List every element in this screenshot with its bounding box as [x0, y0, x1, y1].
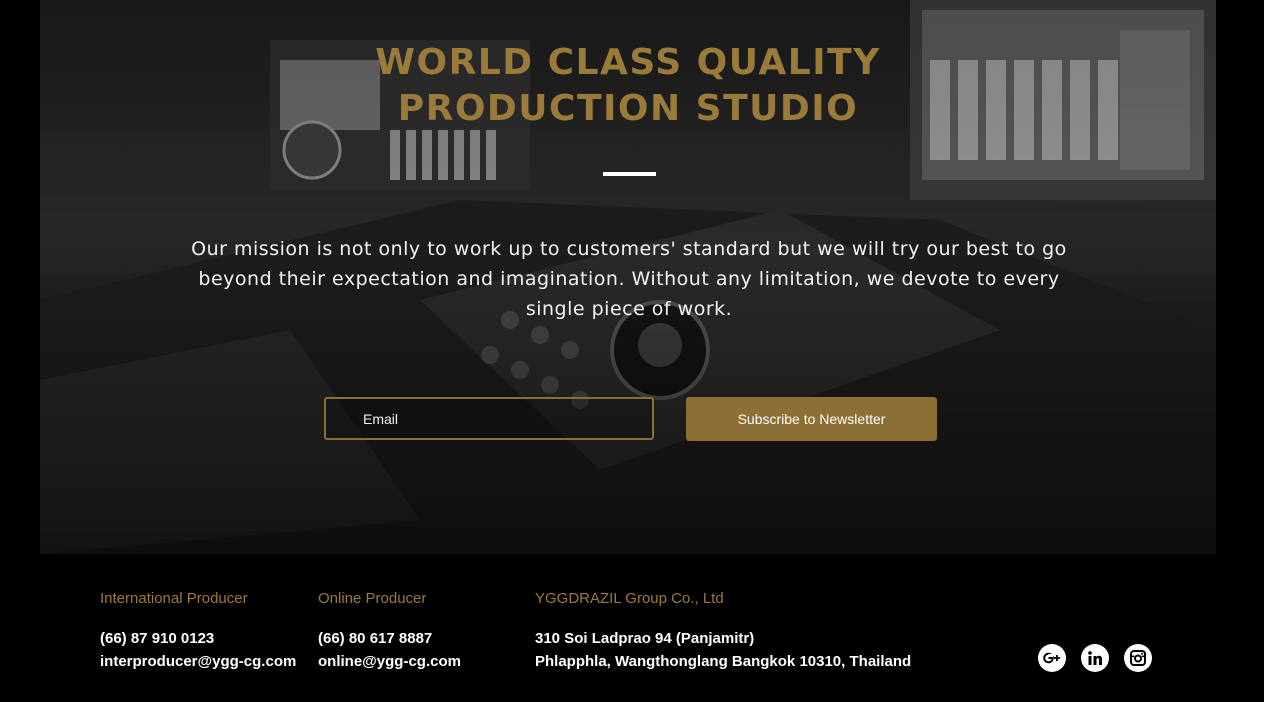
mission-statement: Our mission is not only to work up to cu… — [191, 238, 1067, 320]
title-divider — [603, 172, 656, 176]
footer-online-producer: Online Producer (66) 80 617 8887 online@… — [318, 589, 461, 673]
company-address-line-1: 310 Soi Ladprao 94 (Panjamitr) — [535, 630, 755, 647]
social-links — [1038, 644, 1152, 672]
hero-title-line-2: PRODUCTION STUDIO — [397, 88, 859, 129]
footer-international-producer: International Producer (66) 87 910 0123 … — [100, 589, 296, 673]
company-address-line-2: Phlapphla, Wangthonglang Bangkok 10310, … — [535, 653, 912, 670]
online-producer-heading: Online Producer — [318, 590, 427, 607]
footer-company-info: YGGDRAZIL Group Co., Ltd 310 Soi Ladprao… — [535, 589, 911, 673]
hero-title-line-1: WORLD CLASS QUALITY — [375, 42, 881, 83]
online-producer-email[interactable]: online@ygg-cg.com — [318, 650, 461, 673]
hero-title: WORLD CLASS QUALITY PRODUCTION STUDIO — [40, 40, 1216, 132]
google-plus-icon[interactable] — [1038, 644, 1066, 672]
instagram-icon[interactable] — [1124, 644, 1152, 672]
subscribe-newsletter-button[interactable]: Subscribe to Newsletter — [686, 397, 937, 441]
linkedin-icon[interactable] — [1081, 644, 1109, 672]
international-producer-heading: International Producer — [100, 590, 248, 607]
newsletter-email-input[interactable] — [324, 397, 654, 440]
hero-banner: WORLD CLASS QUALITY PRODUCTION STUDIO Ou… — [40, 0, 1216, 554]
company-name-heading: YGGDRAZIL Group Co., Ltd — [535, 590, 724, 607]
page: WORLD CLASS QUALITY PRODUCTION STUDIO Ou… — [0, 0, 1264, 702]
online-producer-phone: (66) 80 617 8887 — [318, 630, 433, 647]
international-producer-email[interactable]: interproducer@ygg-cg.com — [100, 650, 296, 673]
footer: International Producer (66) 87 910 0123 … — [0, 554, 1264, 702]
international-producer-phone: (66) 87 910 0123 — [100, 630, 215, 647]
